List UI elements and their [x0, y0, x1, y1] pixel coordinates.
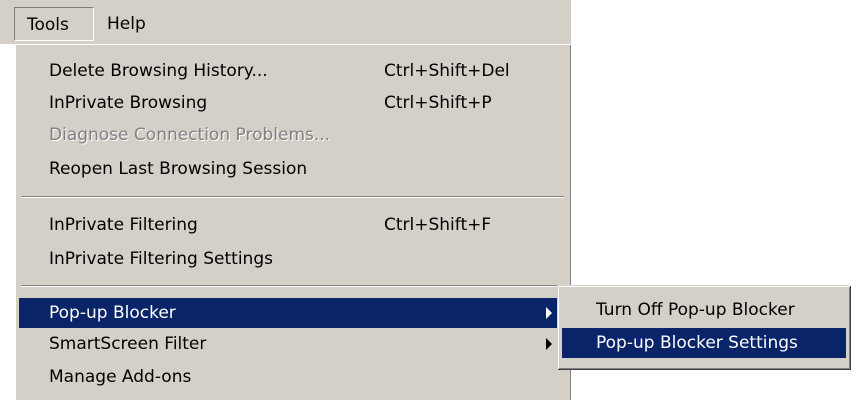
- popup-blocker-submenu: Turn Off Pop-up Blocker Pop-up Blocker S…: [557, 285, 850, 369]
- menu-item-inprivate-filtering-settings[interactable]: InPrivate Filtering Settings: [19, 244, 566, 274]
- menu-item-label: SmartScreen Filter: [49, 334, 207, 354]
- submenu-item-label: Turn Off Pop-up Blocker: [596, 300, 795, 320]
- menu-item-label: InPrivate Filtering: [49, 215, 198, 235]
- menu-item-shortcut: Ctrl+Shift+P: [384, 93, 492, 113]
- menu-item-label: Pop-up Blocker: [49, 303, 176, 323]
- submenu-item-label: Pop-up Blocker Settings: [596, 333, 798, 353]
- menu-help[interactable]: Help: [95, 7, 155, 41]
- menu-item-inprivate-browsing[interactable]: InPrivate Browsing Ctrl+Shift+P: [19, 88, 566, 118]
- menu-separator: [21, 196, 564, 198]
- menu-item-inprivate-filtering[interactable]: InPrivate Filtering Ctrl+Shift+F: [19, 210, 566, 240]
- menu-item-delete-browsing-history[interactable]: Delete Browsing History... Ctrl+Shift+De…: [19, 56, 566, 86]
- menu-item-shortcut: Ctrl+Shift+Del: [384, 61, 510, 81]
- menu-item-label: Delete Browsing History...: [49, 61, 268, 81]
- menu-item-shortcut: Ctrl+Shift+F: [384, 215, 492, 235]
- menu-item-manage-add-ons[interactable]: Manage Add-ons: [19, 362, 566, 392]
- menu-item-popup-blocker[interactable]: Pop-up Blocker: [19, 298, 566, 328]
- menu-bar: Tools Help: [0, 0, 571, 44]
- submenu-arrow-icon: [546, 307, 552, 319]
- menu-item-label: Reopen Last Browsing Session: [49, 159, 308, 179]
- menu-item-label: Manage Add-ons: [49, 367, 192, 387]
- screenshot-stage: Tools Help Delete Browsing History... Ct…: [0, 0, 863, 400]
- menu-item-smartscreen-filter[interactable]: SmartScreen Filter: [19, 329, 566, 359]
- tools-dropdown-menu: Delete Browsing History... Ctrl+Shift+De…: [14, 44, 571, 400]
- menu-item-diagnose-connection-problems: Diagnose Connection Problems...: [19, 120, 566, 150]
- menu-item-label: InPrivate Filtering Settings: [49, 249, 273, 269]
- menu-tools[interactable]: Tools: [14, 7, 94, 41]
- menu-item-reopen-last-browsing-session[interactable]: Reopen Last Browsing Session: [19, 154, 566, 184]
- menu-separator: [21, 285, 564, 287]
- menu-item-label: InPrivate Browsing: [49, 93, 208, 113]
- submenu-item-popup-blocker-settings[interactable]: Pop-up Blocker Settings: [562, 328, 846, 358]
- menu-item-label: Diagnose Connection Problems...: [49, 125, 331, 145]
- submenu-item-turn-off-popup-blocker[interactable]: Turn Off Pop-up Blocker: [562, 295, 846, 325]
- submenu-arrow-icon: [546, 338, 552, 350]
